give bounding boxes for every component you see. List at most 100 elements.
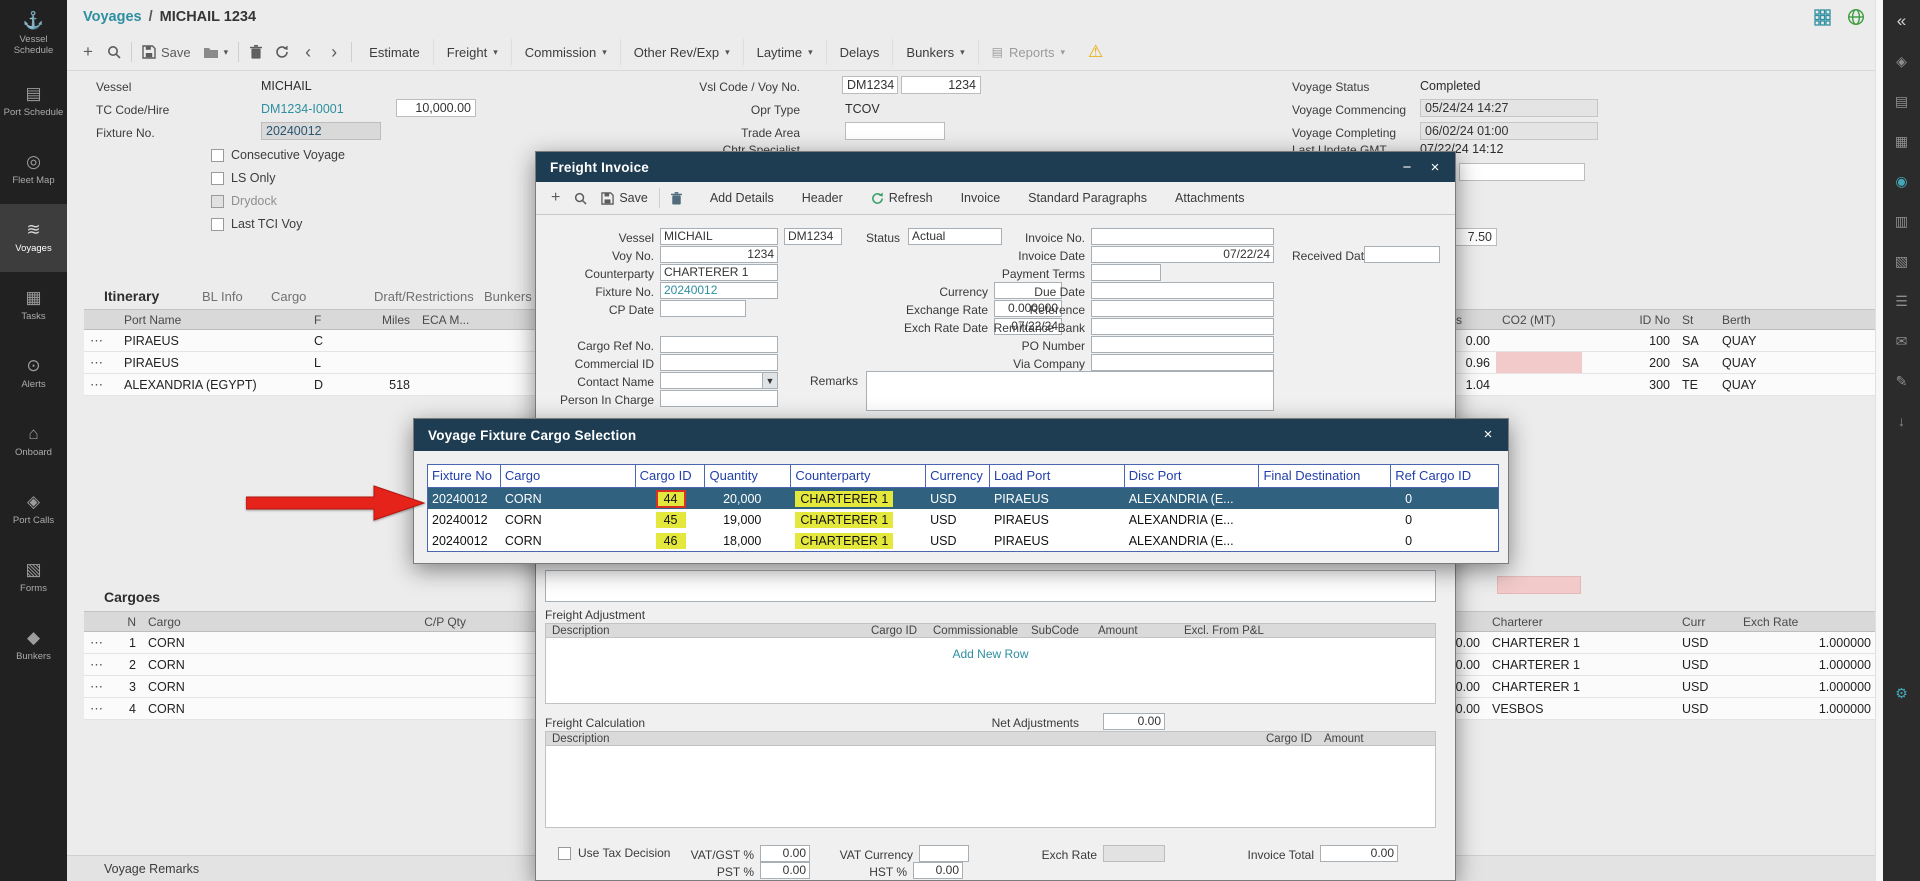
col-charterer[interactable]: Charterer	[1486, 615, 1676, 629]
add-details-button[interactable]: Add Details	[703, 186, 781, 210]
folder-menu-button[interactable]: ▾	[197, 39, 235, 65]
breadcrumb-voyages-link[interactable]: Voyages	[83, 9, 142, 25]
standard-paragraphs-button[interactable]: Standard Paragraphs	[1021, 186, 1154, 210]
voy-no-field[interactable]: 1234	[660, 246, 778, 263]
vsl-code-field[interactable]: DM1234	[842, 76, 898, 94]
refresh-button[interactable]	[269, 39, 295, 65]
search-button[interactable]	[101, 39, 127, 65]
col-co2[interactable]: CO2 (MT)	[1496, 313, 1582, 327]
sidebar-item-port-calls[interactable]: ◈ Port Calls	[0, 476, 67, 544]
commercial-id-field[interactable]	[660, 354, 778, 371]
settings-gear-icon[interactable]: ⚙	[1883, 676, 1920, 710]
contact-name-field[interactable]	[660, 372, 763, 389]
edit-icon[interactable]: ✎	[1883, 364, 1920, 398]
vertical-scrollbar[interactable]	[1875, 0, 1883, 881]
sidebar-item-bunkers[interactable]: ◆ Bunkers	[0, 612, 67, 680]
cargo-ref-no-field[interactable]	[660, 336, 778, 353]
vessel-field[interactable]: MICHAIL	[660, 228, 778, 245]
sidebar-item-alerts[interactable]: ⊙ Alerts	[0, 340, 67, 408]
col-curr[interactable]: Curr	[1676, 615, 1737, 629]
add-new-row-link[interactable]: Add New Row	[545, 647, 1436, 661]
navigate-icon[interactable]: ◈	[1883, 44, 1920, 78]
prev-button[interactable]: ‹	[295, 39, 321, 65]
add-button[interactable]: +	[544, 186, 567, 210]
cargo-selection-row[interactable]: 20240012 CORN 45 19,000 CHARTERER 1 USD …	[428, 509, 1498, 530]
collapse-panel-icon[interactable]: «	[1883, 4, 1920, 38]
row-menu-icon[interactable]: ⋯	[84, 635, 118, 651]
cargo-selection-titlebar[interactable]: Voyage Fixture Cargo Selection ×	[414, 419, 1508, 451]
invoice-no-field[interactable]	[1091, 228, 1274, 245]
close-icon[interactable]: ×	[1421, 152, 1449, 182]
row-menu-icon[interactable]: ⋯	[84, 377, 118, 393]
row-menu-icon[interactable]: ⋯	[84, 701, 118, 717]
tc-hire-field[interactable]: 10,000.00	[396, 99, 476, 117]
next-button[interactable]: ›	[321, 39, 347, 65]
voyage-completing-field[interactable]: 06/02/24 01:00	[1420, 122, 1598, 140]
sidebar-item-voyages[interactable]: ≋ Voyages	[0, 204, 67, 272]
fixture-no-field[interactable]: 20240012	[660, 282, 778, 299]
layers-icon[interactable]: ▧	[1883, 244, 1920, 278]
sidebar-item-port-schedule[interactable]: ▤ Port Schedule	[0, 68, 67, 136]
globe-icon[interactable]	[1847, 8, 1865, 26]
row-menu-icon[interactable]: ⋯	[84, 355, 118, 371]
cargo-selection-row[interactable]: 20240012 CORN 46 18,000 CHARTERER 1 USD …	[428, 530, 1498, 551]
received-date-field[interactable]	[1364, 246, 1440, 263]
tab-bunkers[interactable]: Bunkers	[484, 289, 532, 304]
col-f[interactable]: F	[308, 313, 350, 327]
via-company-field[interactable]	[1091, 354, 1274, 371]
col-miles[interactable]: Miles	[350, 313, 416, 327]
menu-bunkers[interactable]: Bunkers▾	[892, 39, 977, 65]
delete-button[interactable]	[243, 39, 269, 65]
person-in-charge-field[interactable]	[660, 390, 778, 407]
compass-icon[interactable]: ◉	[1883, 164, 1920, 198]
refresh-button[interactable]: Refresh	[864, 186, 940, 210]
tab-draft-restrictions[interactable]: Draft/Restrictions	[374, 289, 474, 304]
close-icon[interactable]: ×	[1474, 419, 1502, 449]
menu-reports[interactable]: ▤ Reports ▾	[978, 39, 1078, 65]
voy-no-field[interactable]: 1234	[901, 76, 981, 94]
empty-field[interactable]	[1459, 163, 1585, 181]
warning-icon[interactable]: ⚠	[1088, 42, 1103, 62]
due-date-field[interactable]	[1091, 282, 1274, 299]
sidebar-item-vessel-schedule[interactable]: ⚓ Vessel Schedule	[0, 0, 67, 68]
consecutive-voyage-checkbox[interactable]: Consecutive Voyage	[211, 148, 345, 162]
last-tci-voy-checkbox[interactable]: Last TCI Voy	[211, 217, 302, 231]
list-icon[interactable]: ☰	[1883, 284, 1920, 318]
freight-invoice-titlebar[interactable]: Freight Invoice − ×	[536, 152, 1455, 182]
cp-date-field[interactable]	[660, 300, 746, 317]
invoice-total-field[interactable]: 0.00	[1320, 845, 1398, 862]
vat-currency-field[interactable]	[919, 845, 969, 862]
menu-delays[interactable]: Delays	[826, 39, 893, 65]
table-icon[interactable]: ▦	[1883, 124, 1920, 158]
attachments-button[interactable]: Attachments	[1168, 186, 1251, 210]
voyage-commencing-field[interactable]: 05/24/24 14:27	[1420, 99, 1598, 117]
exch-rate-field[interactable]	[1103, 845, 1165, 862]
tab-cargo[interactable]: Cargo	[271, 289, 306, 304]
chart-icon[interactable]: ▤	[1883, 84, 1920, 118]
report-icon[interactable]: ▥	[1883, 204, 1920, 238]
download-icon[interactable]: ↓	[1883, 404, 1920, 438]
col-n[interactable]: N	[118, 615, 142, 629]
drydock-checkbox[interactable]: Drydock	[211, 194, 277, 208]
sidebar-item-tasks[interactable]: ▦ Tasks	[0, 272, 67, 340]
use-tax-decision-checkbox[interactable]: Use Tax Decision	[558, 846, 670, 860]
mail-icon[interactable]: ✉	[1883, 324, 1920, 358]
cargo-selection-row[interactable]: 20240012 CORN 44 20,000 CHARTERER 1 USD …	[428, 488, 1498, 509]
menu-estimate[interactable]: Estimate	[356, 39, 433, 65]
tab-bl-info[interactable]: BL Info	[202, 289, 243, 304]
delete-button[interactable]	[664, 186, 689, 210]
hst-field[interactable]: 0.00	[913, 862, 963, 879]
search-button[interactable]	[567, 186, 594, 210]
menu-other-rev-exp[interactable]: Other Rev/Exp▾	[620, 39, 743, 65]
row-menu-icon[interactable]: ⋯	[84, 657, 118, 673]
reference-field[interactable]	[1091, 300, 1274, 317]
sidebar-item-onboard[interactable]: ⌂ Onboard	[0, 408, 67, 476]
col-berth[interactable]: Berth	[1716, 313, 1810, 327]
invoice-button[interactable]: Invoice	[954, 186, 1008, 210]
fixture-no-field[interactable]: 20240012	[261, 122, 381, 140]
payment-terms-field[interactable]	[1091, 264, 1161, 281]
vessel-code-field[interactable]: DM1234	[784, 228, 842, 245]
trade-area-field[interactable]	[845, 122, 945, 140]
menu-freight[interactable]: Freight▾	[433, 39, 511, 65]
col-cargo[interactable]: Cargo	[142, 615, 352, 629]
